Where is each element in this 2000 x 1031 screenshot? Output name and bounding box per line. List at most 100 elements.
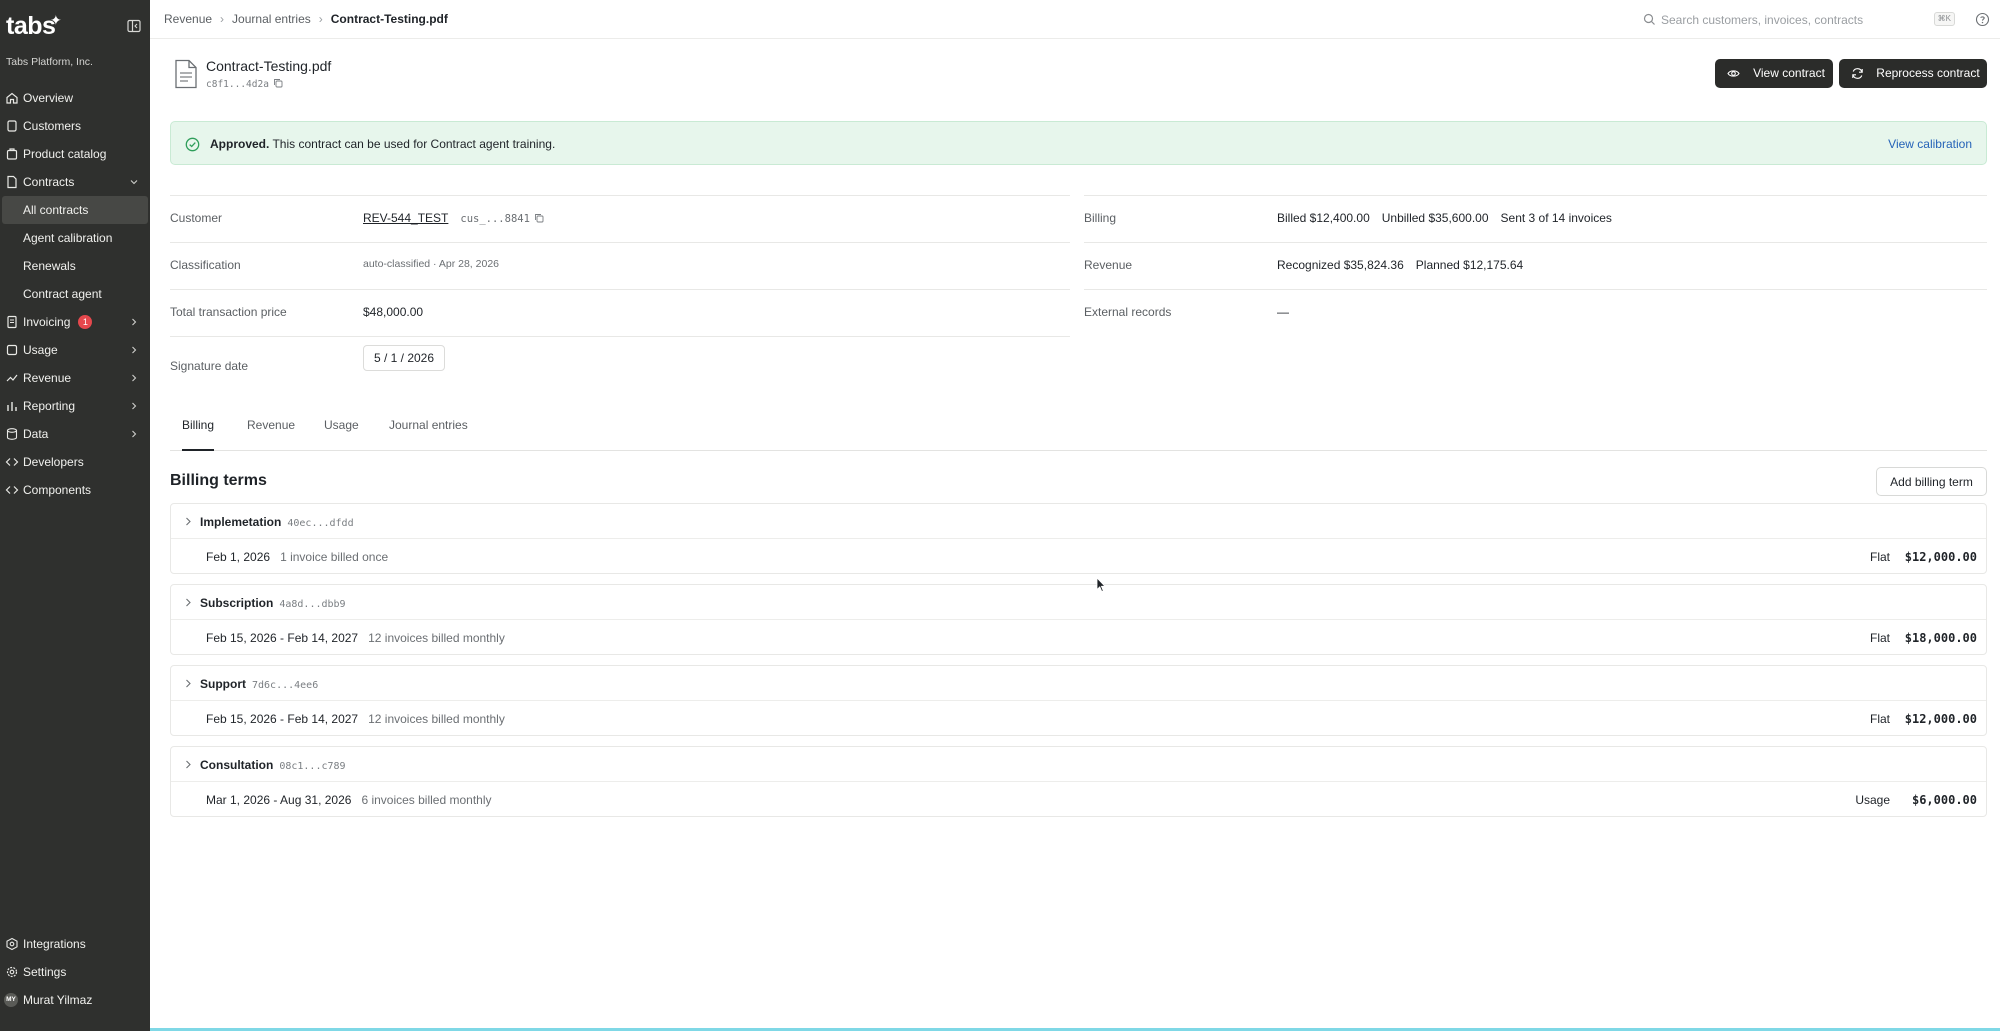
billing-term-header[interactable]: Implemetation 40ec...dfdd — [171, 504, 1986, 539]
tabs: Billing Revenue Usage Journal entries — [170, 408, 1987, 451]
billing-term-amount: $12,000.00 — [1904, 550, 1977, 564]
chevron-right-icon — [132, 430, 137, 438]
sidebar-item-all-contracts[interactable]: All contracts — [2, 196, 148, 224]
view-contract-button[interactable]: View contract — [1715, 59, 1833, 88]
total-price-value: $48,000.00 — [363, 305, 424, 319]
billing-term-id: 7d6c...4ee6 — [252, 680, 319, 691]
gear-icon — [6, 966, 18, 978]
breadcrumb-revenue[interactable]: Revenue — [164, 12, 212, 26]
chevron-right-icon — [132, 318, 137, 326]
database-icon — [6, 428, 18, 440]
add-billing-term-button[interactable]: Add billing term — [1876, 467, 1987, 496]
alert-message: Approved. This contract can be used for … — [210, 137, 555, 151]
sidebar-item-revenue[interactable]: Revenue — [0, 364, 150, 392]
reprocess-contract-button[interactable]: Reprocess contract — [1839, 59, 1987, 88]
sidebar-item-user[interactable]: MY Murat Yilmaz — [0, 986, 150, 1014]
total-price-row: Total transaction price $48,000.00 — [170, 289, 1070, 336]
search-icon — [1643, 13, 1655, 25]
sidebar-item-contract-agent[interactable]: Contract agent — [0, 280, 150, 308]
billing-term-header[interactable]: Consultation 08c1...c789 — [171, 747, 1986, 782]
billing-term-description: 6 invoices billed monthly — [361, 793, 492, 807]
collapse-sidebar-icon[interactable] — [126, 18, 142, 34]
tab-usage[interactable]: Usage — [324, 418, 359, 451]
sidebar-item-label: Contracts — [23, 175, 75, 189]
copy-icon[interactable] — [273, 78, 283, 88]
planned-amount: Planned $12,175.64 — [1415, 258, 1524, 272]
billing-term-name: Consultation 08c1...c789 — [200, 758, 346, 772]
billing-term-title: Implemetation — [200, 515, 282, 529]
billing-term-type: Flat — [1869, 712, 1890, 726]
breadcrumb-journal-entries[interactable]: Journal entries — [232, 12, 311, 26]
billing-term-description: 1 invoice billed once — [280, 550, 389, 564]
chevron-right-icon — [186, 517, 191, 526]
view-calibration-link[interactable]: View calibration — [1888, 137, 1972, 151]
tab-revenue[interactable]: Revenue — [247, 418, 295, 451]
breadcrumb-current: Contract-Testing.pdf — [330, 12, 448, 26]
home-icon — [6, 92, 18, 104]
chevron-right-icon — [132, 346, 137, 354]
billing-term-header[interactable]: Support 7d6c...4ee6 — [171, 666, 1986, 701]
sidebar-item-invoicing[interactable]: Invoicing 1 — [0, 308, 150, 336]
sidebar-item-data[interactable]: Data — [0, 420, 150, 448]
sidebar-item-usage[interactable]: Usage — [0, 336, 150, 364]
chart-icon — [7, 402, 17, 411]
logo[interactable]: tabs — [6, 12, 56, 40]
contract-id: c8f1...4d2a — [206, 78, 283, 90]
org-name[interactable]: Tabs Platform, Inc. — [6, 56, 93, 68]
chevron-right-icon — [132, 374, 137, 382]
billing-term-header[interactable]: Subscription 4a8d...dbb9 — [171, 585, 1986, 620]
billing-term-body: Mar 1, 2026 - Aug 31, 2026 6 invoices bil… — [171, 782, 1986, 817]
billing-term-dates: Feb 15, 2026 - Feb 14, 2027 — [206, 631, 359, 645]
signature-date-input[interactable]: 5 / 1 / 2026 — [363, 345, 445, 371]
recognized-amount: Recognized $35,824.36 — [1277, 258, 1404, 272]
sidebar-item-developers[interactable]: Developers — [0, 448, 150, 476]
help-icon[interactable] — [1975, 12, 1990, 27]
revenue-label: Revenue — [1084, 258, 1133, 272]
billing-term-name: Implemetation 40ec...dfdd — [200, 515, 354, 529]
classification-row: Classification auto-classified · Apr 28,… — [170, 242, 1070, 289]
sidebar-item-label: Developers — [23, 455, 84, 469]
top-bar: Revenue › Journal entries › Contract-Testing… — [150, 0, 2000, 39]
customer-link[interactable]: REV-544_TEST — [363, 211, 448, 225]
sidebar-item-customers[interactable]: Customers — [0, 112, 150, 140]
alert-detail: This contract can be used for Contract a… — [269, 137, 556, 151]
billing-term-id: 40ec...dfdd — [287, 518, 354, 529]
alert-status: Approved. — [210, 137, 270, 151]
breadcrumb: Revenue › Journal entries › Contract-Testing… — [164, 12, 448, 26]
search-box[interactable]: ⌘K — [1635, 9, 1965, 30]
copy-icon[interactable] — [534, 213, 544, 223]
billing-term-body: Feb 15, 2026 - Feb 14, 2027 12 invoices b… — [171, 701, 1986, 736]
billing-term-body: Feb 1, 2026 1 invoice billed once Flat $1… — [171, 539, 1986, 574]
chevron-right-icon — [132, 402, 137, 410]
sidebar-item-reporting[interactable]: Reporting — [0, 392, 150, 420]
integrations-icon — [6, 937, 18, 951]
sidebar-item-integrations[interactable]: Integrations — [0, 930, 150, 958]
sidebar-item-overview[interactable]: Overview — [0, 84, 150, 112]
sidebar-item-components[interactable]: Components — [0, 476, 150, 504]
billing-term-id: 08c1...c789 — [279, 761, 346, 772]
search-input[interactable] — [1661, 10, 1911, 29]
sidebar-item-agent-calibration[interactable]: Agent calibration — [0, 224, 150, 252]
refresh-icon — [1852, 68, 1863, 79]
sidebar-item-label: Reporting — [23, 399, 76, 413]
revenue-icon — [6, 374, 18, 382]
customer-row: Customer REV-544_TEST cus_...8841 — [170, 195, 1070, 242]
billing-term-schedule: Feb 15, 2026 - Feb 14, 2027 12 invoices b… — [206, 631, 505, 645]
tab-billing[interactable]: Billing — [182, 418, 215, 451]
page-title: Contract-Testing.pdf — [206, 58, 332, 74]
sidebar-item-settings[interactable]: Settings — [0, 958, 150, 986]
users-icon — [7, 120, 17, 132]
billing-term-type: Flat — [1869, 550, 1890, 564]
billing-row: Billing Billed $12,400.00 Unbilled $35,60… — [1084, 195, 1987, 242]
sidebar-item-product-catalog[interactable]: Product catalog — [0, 140, 150, 168]
package-icon — [6, 148, 18, 160]
tab-journal-entries[interactable]: Journal entries — [389, 418, 468, 451]
view-contract-label: View contract — [1753, 66, 1825, 80]
sidebar-item-label: Product catalog — [23, 147, 107, 161]
billing-term-amount: $12,000.00 — [1904, 712, 1977, 726]
chevron-right-icon — [186, 679, 191, 688]
sidebar-item-contracts[interactable]: Contracts — [0, 168, 150, 196]
sidebar-item-renewals[interactable]: Renewals — [0, 252, 150, 280]
check-circle-icon — [185, 137, 200, 152]
usage-icon — [6, 344, 18, 356]
